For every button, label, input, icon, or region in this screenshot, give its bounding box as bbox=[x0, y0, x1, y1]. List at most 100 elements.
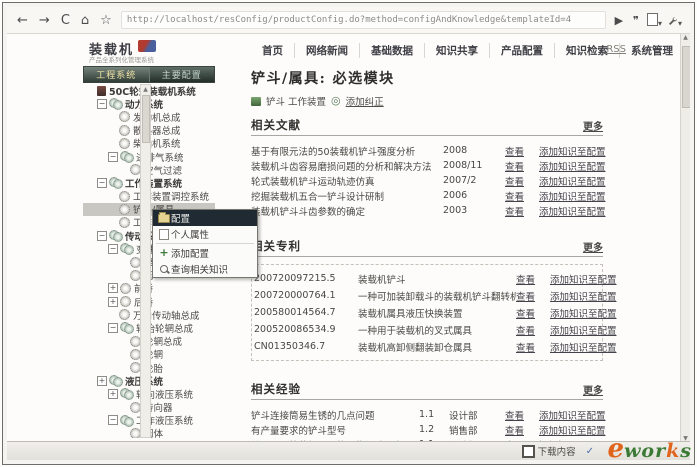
sidebar-tab-0[interactable]: 工程系统 bbox=[84, 67, 150, 82]
tree-toggle-icon[interactable]: − bbox=[108, 152, 118, 162]
tree-toggle-icon[interactable]: + bbox=[97, 376, 107, 386]
scroll-up-icon[interactable]: ▲ bbox=[683, 34, 688, 41]
plus-icon: + bbox=[159, 248, 168, 258]
tree-item-label: 50C轮式装载机系统 bbox=[109, 84, 196, 98]
add-knowledge-link[interactable]: 添加知识至配置 bbox=[539, 144, 606, 158]
tree-item-label: 工作装置系统 bbox=[125, 176, 182, 190]
back-icon[interactable]: ← bbox=[15, 13, 30, 28]
context-menu-label: 个人属性 bbox=[171, 227, 209, 241]
view-link[interactable]: 查看 bbox=[505, 204, 539, 218]
quote-icon[interactable]: ❞ bbox=[631, 13, 641, 28]
section-rows: 基于有限元法的50装载机铲斗强度分析2008查看添加知识至配置装载机斗齿容易磨损… bbox=[251, 143, 603, 218]
page-menu-button[interactable]: ▾ bbox=[647, 11, 662, 30]
more-link[interactable]: 更多 bbox=[583, 118, 603, 133]
context-menu-label: 查询相关知识 bbox=[171, 262, 228, 276]
nav-item-6[interactable]: 系统管理 bbox=[620, 43, 684, 58]
add-knowledge-link[interactable]: 添加知识至配置 bbox=[539, 174, 606, 188]
tools-menu-button[interactable]: ▾ bbox=[668, 11, 682, 30]
add-knowledge-link[interactable]: 添加知识至配置 bbox=[539, 408, 606, 422]
tree-toggle-icon[interactable]: + bbox=[108, 389, 118, 399]
context-menu-item-0[interactable]: 配置 bbox=[153, 210, 257, 226]
context-menu-label: 配置 bbox=[171, 211, 190, 225]
sidebar-scrollbar[interactable]: ▲ bbox=[140, 84, 151, 438]
tree-toggle-icon[interactable]: − bbox=[97, 231, 107, 241]
view-link[interactable]: 查看 bbox=[516, 289, 550, 303]
more-link[interactable]: 更多 bbox=[583, 382, 603, 397]
nav-item-2[interactable]: 基础数据 bbox=[360, 43, 425, 58]
tree-toggle-icon[interactable]: − bbox=[97, 178, 107, 188]
sidebar-tabs: 工程系统主要配置 bbox=[83, 66, 215, 83]
tree-toggle-icon[interactable]: − bbox=[97, 99, 107, 109]
context-menu-item-1[interactable]: 个人属性 bbox=[153, 226, 257, 242]
forward-icon[interactable]: → bbox=[37, 13, 52, 28]
tree-toggle-icon[interactable]: + bbox=[108, 297, 118, 307]
browser-window: ← → C ⌂ ☆ http://localhost/resConfig/pro… bbox=[2, 2, 695, 465]
nav-item-0[interactable]: 首页 bbox=[251, 43, 295, 58]
view-link[interactable]: 查看 bbox=[516, 306, 550, 320]
view-link[interactable]: 查看 bbox=[505, 408, 539, 422]
gears-icon bbox=[109, 375, 122, 386]
tree-toggle-icon[interactable]: + bbox=[108, 283, 118, 293]
gear-icon bbox=[119, 204, 130, 215]
row-cell: 1.2 bbox=[419, 424, 449, 435]
section-rows: 铲斗连接筒易生锈的几点问题1.1设计部查看添加知识至配置有产量要求的铲斗型号1.… bbox=[251, 407, 603, 442]
add-knowledge-link[interactable]: 添加知识至配置 bbox=[550, 272, 617, 286]
go-icon[interactable]: ▶ bbox=[613, 13, 625, 28]
view-link[interactable]: 查看 bbox=[516, 323, 550, 337]
section-sec2: 相关经验更多铲斗连接筒易生锈的几点问题1.1设计部查看添加知识至配置有产量要求的… bbox=[251, 381, 603, 442]
chrome-actions: ▶ ❞ ▾ ▾ bbox=[613, 11, 682, 30]
add-knowledge-link[interactable]: 添加知识至配置 bbox=[539, 423, 606, 437]
add-knowledge-link[interactable]: 添加知识至配置 bbox=[539, 204, 606, 218]
add-knowledge-link[interactable]: 添加知识至配置 bbox=[539, 189, 606, 203]
downloads-status-item[interactable]: 下载内容 bbox=[522, 444, 576, 458]
scrollbar-thumb[interactable] bbox=[682, 46, 690, 108]
browser-vertical-scrollbar[interactable]: ▲ ▼ bbox=[680, 34, 690, 442]
gears-icon bbox=[120, 151, 133, 162]
row-cell: 200580014564.7 bbox=[254, 307, 358, 318]
logo-mark-icon bbox=[138, 40, 156, 52]
nav-item-3[interactable]: 知识共享 bbox=[425, 43, 490, 58]
row-cell: 有产量要求的铲斗型号 bbox=[251, 423, 419, 437]
address-bar[interactable]: http://localhost/resConfig/productConfig… bbox=[121, 11, 606, 29]
view-link[interactable]: 查看 bbox=[505, 174, 539, 188]
page-check-status-item[interactable]: ✓ bbox=[586, 446, 594, 457]
view-link[interactable]: 查看 bbox=[505, 423, 539, 437]
tree-toggle-icon[interactable]: − bbox=[108, 323, 118, 333]
add-knowledge-link[interactable]: 添加知识至配置 bbox=[550, 340, 617, 354]
scrollbar-thumb[interactable] bbox=[142, 95, 150, 143]
machine-icon bbox=[97, 86, 106, 96]
view-link[interactable]: 查看 bbox=[516, 272, 550, 286]
bookmark-star-icon[interactable]: ☆ bbox=[98, 13, 114, 28]
page-icon bbox=[647, 13, 658, 26]
chevron-down-icon: ▾ bbox=[658, 19, 662, 28]
props-icon bbox=[157, 229, 171, 240]
context-menu-item-3[interactable]: 查询相关知识 bbox=[153, 261, 257, 277]
add-knowledge-link[interactable]: 添加知识至配置 bbox=[550, 323, 617, 337]
add-knowledge-link[interactable]: 添加知识至配置 bbox=[539, 159, 606, 173]
tree-toggle-icon[interactable]: − bbox=[108, 244, 118, 254]
rss-link[interactable]: RSS bbox=[606, 44, 626, 55]
add-knowledge-link[interactable]: 添加知识至配置 bbox=[550, 289, 617, 303]
nav-item-1[interactable]: 网络新闻 bbox=[295, 43, 360, 58]
tree-toggle-icon[interactable]: − bbox=[108, 415, 118, 425]
section-title: 相关经验 bbox=[251, 381, 301, 397]
add-correction-link[interactable]: 添加纠正 bbox=[346, 94, 384, 108]
nav-item-4[interactable]: 产品配置 bbox=[490, 43, 555, 58]
home-icon[interactable]: ⌂ bbox=[79, 13, 91, 28]
view-link[interactable]: 查看 bbox=[505, 159, 539, 173]
target-icon: ◎ bbox=[331, 96, 341, 106]
main-content: 铲斗/属具: 必选模块 铲斗 工作装置 ◎ 添加纠正 相关文献更多基于有限元法的… bbox=[251, 68, 603, 442]
view-link[interactable]: 查看 bbox=[516, 340, 550, 354]
view-link[interactable]: 查看 bbox=[505, 144, 539, 158]
context-menu-item-2[interactable]: +添加配置 bbox=[153, 245, 257, 261]
table-row: 200520086534.9一种用于装载机的叉式属具查看添加知识至配置 bbox=[254, 321, 600, 338]
table-row: CN01350346.7装载机高卸侧翻装卸仓属具查看添加知识至配置 bbox=[254, 338, 600, 355]
menu-separator bbox=[156, 243, 254, 244]
view-link[interactable]: 查看 bbox=[505, 189, 539, 203]
scroll-up-icon[interactable]: ▲ bbox=[143, 86, 148, 93]
add-knowledge-link[interactable]: 添加知识至配置 bbox=[550, 306, 617, 320]
more-link[interactable]: 更多 bbox=[583, 239, 603, 254]
reload-icon[interactable]: C bbox=[59, 13, 72, 28]
sidebar-tab-1[interactable]: 主要配置 bbox=[150, 67, 215, 82]
section-title: 相关文献 bbox=[251, 117, 301, 133]
